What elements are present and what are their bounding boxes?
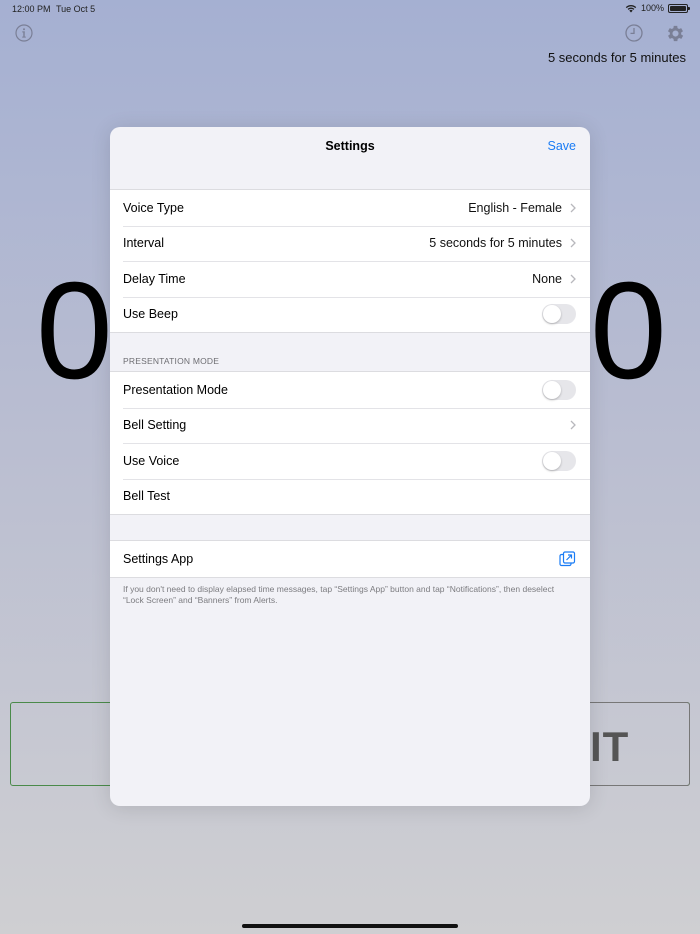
chevron-right-icon (570, 274, 576, 284)
timer-digit-left: 0 (36, 254, 113, 408)
modal-title: Settings (325, 139, 375, 153)
interval-row[interactable]: Interval 5 seconds for 5 minutes (110, 225, 590, 262)
presentation-mode-toggle[interactable] (542, 379, 576, 400)
save-button[interactable]: Save (548, 139, 577, 153)
use-beep-toggle[interactable] (542, 304, 576, 325)
interval-label: Interval (123, 236, 164, 251)
delay-time-row[interactable]: Delay Time None (110, 261, 590, 297)
use-voice-toggle[interactable] (542, 450, 576, 471)
chevron-right-icon (570, 238, 576, 248)
home-indicator (242, 924, 458, 928)
chevron-right-icon (570, 420, 576, 430)
interval-summary: 5 seconds for 5 minutes (547, 50, 686, 65)
bell-test-row[interactable]: Bell Test (110, 478, 590, 515)
general-settings-group: Voice Type English - Female Interval 5 s… (110, 189, 590, 333)
wifi-icon (625, 4, 637, 12)
presentation-mode-row: Presentation Mode (110, 372, 590, 408)
status-bar: 12:00 PM Tue Oct 5 100% (0, 0, 700, 18)
settings-modal: Settings Save Voice Type English - Femal… (110, 127, 590, 806)
bell-setting-row[interactable]: Bell Setting (110, 407, 590, 444)
delay-time-value: None (532, 271, 562, 286)
external-link-icon[interactable] (559, 551, 576, 567)
toggle-knob (543, 451, 561, 470)
presentation-section-header: PRESENTATION MODE (123, 356, 220, 366)
settings-app-row[interactable]: Settings App (110, 541, 590, 577)
gear-icon[interactable] (665, 23, 686, 44)
interval-value: 5 seconds for 5 minutes (429, 236, 562, 251)
use-beep-label: Use Beep (123, 307, 178, 322)
start-button-label: IT (590, 723, 630, 770)
bell-setting-label: Bell Setting (123, 418, 187, 433)
status-right: 100% (625, 3, 690, 13)
clock-icon[interactable] (625, 24, 643, 42)
timer-digit-right: 0 (590, 254, 667, 408)
presentation-settings-group: Presentation Mode Bell Setting Use Voice… (110, 371, 590, 515)
use-beep-row: Use Beep (110, 296, 590, 333)
settings-app-group: Settings App (110, 540, 590, 578)
battery-icon (668, 3, 690, 13)
modal-header: Settings Save (110, 127, 590, 189)
battery-percent: 100% (640, 3, 664, 13)
voice-type-value: English - Female (468, 200, 562, 215)
settings-app-label: Settings App (123, 551, 194, 566)
status-date: Tue Oct 5 (56, 4, 96, 14)
chevron-right-icon (570, 203, 576, 213)
use-voice-row: Use Voice (110, 443, 590, 479)
voice-type-label: Voice Type (123, 200, 184, 215)
status-time: 12:00 PM (12, 4, 51, 14)
delay-time-label: Delay Time (123, 271, 186, 286)
settings-footnote: If you don't need to display elapsed tim… (123, 583, 555, 605)
presentation-mode-label: Presentation Mode (123, 382, 228, 397)
voice-type-row[interactable]: Voice Type English - Female (110, 190, 590, 226)
use-voice-label: Use Voice (123, 453, 180, 468)
info-icon[interactable] (15, 24, 33, 42)
battery-fill (670, 5, 686, 11)
toggle-knob (543, 305, 561, 324)
toggle-knob (543, 380, 561, 399)
bell-test-label: Bell Test (123, 489, 171, 504)
